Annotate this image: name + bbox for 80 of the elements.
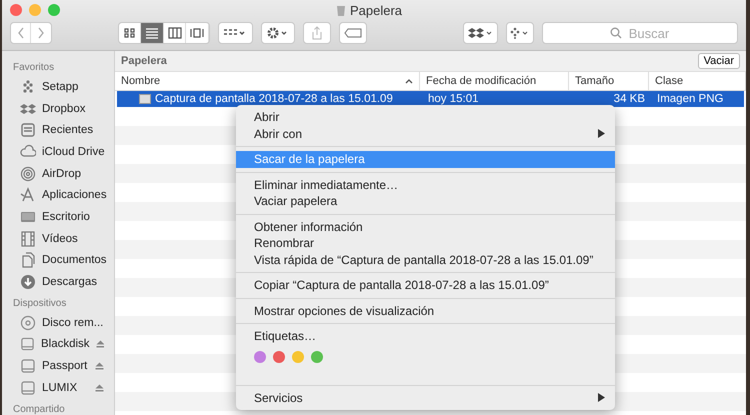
column-header[interactable]: Fecha de modificación: [420, 72, 569, 90]
eject-icon[interactable]: [95, 362, 104, 370]
trash-icon: [336, 4, 346, 16]
sidebar-icon: [20, 122, 36, 138]
menu-item[interactable]: Abrir con: [236, 126, 615, 142]
sidebar-icon: [20, 252, 36, 268]
view-mode-control[interactable]: [118, 22, 210, 44]
sidebar-item[interactable]: Dropbox: [2, 98, 114, 120]
sidebar-item[interactable]: Blackdisk: [2, 334, 114, 356]
sidebar-item[interactable]: Aplicaciones: [2, 184, 114, 206]
sidebar-icon: [20, 358, 36, 374]
icon-grid-icon: [122, 27, 137, 39]
sidebar-heading: Dispositivos: [12, 296, 68, 311]
dropbox-button[interactable]: [463, 22, 498, 44]
sidebar-heading: Favoritos: [12, 61, 56, 75]
eject-icon[interactable]: [96, 340, 104, 348]
window-title: Papelera: [350, 2, 402, 18]
tag-dot[interactable]: [292, 350, 304, 362]
columns-icon: [168, 27, 182, 39]
sidebar-icon: [20, 230, 36, 247]
sidebar-item[interactable]: Vídeos: [2, 228, 114, 250]
tag-dot[interactable]: [311, 350, 323, 362]
tag-dot[interactable]: [254, 350, 266, 362]
menu-item[interactable]: Mostrar opciones de visualización: [236, 302, 615, 319]
menu-item[interactable]: Vaciar papelera: [236, 193, 615, 210]
eject-icon[interactable]: [95, 384, 104, 392]
size-cell-text: 34 KB: [612, 93, 646, 105]
column-header[interactable]: Tamaño: [569, 72, 649, 90]
sidebar-icon: [20, 314, 36, 331]
sidebar-item[interactable]: Setapp: [2, 76, 114, 98]
image-file-icon: [139, 94, 151, 104]
settings-button[interactable]: [260, 22, 296, 44]
tag-dot[interactable]: [273, 350, 285, 362]
sidebar-item[interactable]: iCloud Drive: [2, 141, 114, 163]
grid-dropdown-icon: [223, 28, 248, 38]
column-header[interactable]: Clase: [649, 72, 746, 90]
kind-cell-text: Imagen PNG: [656, 93, 724, 105]
sidebar-item[interactable]: Escritorio: [2, 206, 114, 228]
view-mode-button[interactable]: [141, 23, 164, 43]
sidebar-icon: [20, 336, 35, 352]
navigation-buttons[interactable]: [10, 22, 52, 44]
sidebar-item[interactable]: Disco rem...: [2, 312, 114, 334]
sidebar-item[interactable]: Passport: [2, 355, 114, 377]
zoom-button[interactable]: [48, 4, 60, 16]
menu-item[interactable]: Abrir: [236, 109, 615, 126]
menu-item[interactable]: Etiquetas…: [236, 328, 615, 344]
close-button[interactable]: [10, 4, 22, 16]
share-icon: [312, 26, 322, 40]
sidebar-icon: [20, 274, 36, 290]
menu-item[interactable]: Obtener información: [236, 218, 615, 235]
file-row[interactable]: Captura de pantalla 2018-07-28 a las 15.01.09 hoy 15:01 34 KB Imagen PNG: [117, 91, 744, 107]
tag-button[interactable]: [339, 22, 368, 44]
empty-button[interactable]: Vaciar: [698, 53, 740, 69]
folder-title: Papelera: [121, 55, 167, 67]
sidebar-icon: [20, 187, 36, 204]
menu-item[interactable]: Renombrar: [236, 235, 615, 252]
sidebar-icon: [20, 166, 36, 182]
sidebar-item[interactable]: Documentos: [2, 250, 114, 272]
menu-item[interactable]: Vista rápida de “Captura de pantalla 2018-07-28 a las 15.01.09”: [236, 252, 615, 268]
group-button[interactable]: [218, 22, 253, 44]
menu-item[interactable]: Eliminar inmediatamente…: [236, 176, 615, 193]
list-icon: [145, 27, 160, 39]
share-button[interactable]: [303, 22, 332, 44]
menu-item[interactable]: Copiar “Captura de pantalla 2018-07-28 a las 15.01.09”: [236, 277, 615, 294]
file-name: Captura de pantalla 2018-07-28 a las 15.01.09: [155, 93, 393, 105]
box-dropdown-icon: [468, 27, 494, 39]
sidebar-icon: [20, 380, 36, 396]
date-cell-text: hoy 15:01: [427, 93, 480, 105]
tag-icon: [344, 28, 362, 38]
menu-item[interactable]: Servicios: [236, 390, 615, 406]
sidebar-heading: Compartido: [12, 402, 66, 415]
sidebar-item[interactable]: LUMIX: [2, 376, 114, 399]
column-header[interactable]: Nombre: [115, 72, 420, 90]
sidebar-item[interactable]: Recientes: [2, 119, 114, 142]
search-icon: [610, 27, 622, 39]
search-field[interactable]: Buscar: [542, 22, 738, 44]
setapp-button[interactable]: [506, 22, 534, 44]
sidebar-item[interactable]: AirDrop: [2, 162, 114, 184]
sidebar-item[interactable]: Descargas: [2, 271, 114, 293]
gallery-icon: [190, 27, 204, 39]
